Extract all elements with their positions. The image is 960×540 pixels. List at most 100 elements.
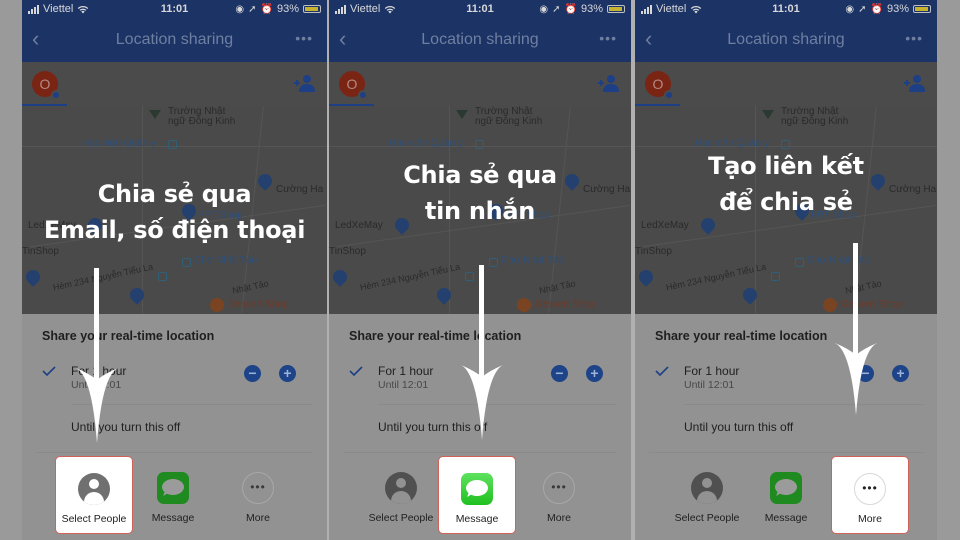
more-button[interactable]: ••• More (831, 456, 909, 534)
decrease-duration-button[interactable]: − (857, 365, 874, 382)
map-label: Chợ Nhật Tảo (194, 255, 258, 266)
duration-option-1-hour[interactable]: For 1 hour Until 12:01 − + (329, 356, 631, 404)
duration-option-indefinite[interactable]: Until you turn this off (684, 420, 793, 434)
decrease-duration-button[interactable]: − (551, 365, 568, 382)
people-row: O (329, 62, 631, 106)
wifi-icon (691, 5, 702, 13)
signal-icon (28, 4, 39, 14)
battery-percent: 93% (886, 3, 909, 15)
message-icon (770, 472, 802, 504)
map-label: Dessert Shop (228, 299, 289, 310)
shop-pin-icon (434, 285, 454, 305)
avatar[interactable]: O (32, 71, 61, 100)
divider (36, 452, 313, 453)
caption-line-1: Tạo liên kết (708, 152, 864, 180)
battery-percent: 93% (276, 3, 299, 15)
caption-line-2: tin nhắn (424, 197, 536, 225)
share-sheet: Share your real-time location For 1 hour… (329, 314, 631, 540)
message-button[interactable]: Message (134, 456, 212, 534)
overflow-menu-icon[interactable]: ••• (905, 30, 923, 46)
overflow-menu-icon[interactable]: ••• (295, 30, 313, 46)
select-people-button[interactable]: Select People (362, 456, 440, 534)
overflow-menu-icon[interactable]: ••• (599, 30, 617, 46)
wifi-icon (385, 5, 396, 13)
add-person-icon[interactable] (903, 74, 925, 92)
person-icon (385, 472, 417, 504)
app-bar: ‹ Location sharing ••• (329, 18, 631, 62)
add-person-icon[interactable] (293, 74, 315, 92)
poi-square-icon (489, 258, 498, 267)
rotation-lock-icon: ◉ (845, 3, 855, 15)
divider (649, 452, 923, 453)
more-icon: ••• (854, 473, 886, 505)
map-label: TinShop (329, 246, 366, 257)
poi-square-icon (168, 140, 177, 149)
divider (71, 404, 313, 405)
caption-line-2: để chia sẻ (719, 188, 853, 216)
avatar-status-dot (664, 90, 674, 100)
divider (378, 404, 617, 405)
app-bar: ‹ Location sharing ••• (22, 18, 327, 62)
share-heading: Share your real-time location (349, 329, 522, 343)
map-label: ngữ Đông Kinh (781, 116, 849, 127)
carrier-name: Viettel (350, 3, 381, 15)
map-label: Nhật Tảo (231, 278, 270, 296)
avatar[interactable]: O (645, 71, 674, 100)
back-chevron-icon[interactable]: ‹ (339, 28, 346, 50)
poi-square-icon (158, 272, 167, 281)
instruction-caption: Chia sẻ qua tin nhắn (329, 157, 631, 229)
person-icon (691, 472, 723, 504)
restaurant-pin-icon (517, 298, 531, 312)
poi-square-icon (465, 272, 474, 281)
share-heading: Share your real-time location (42, 329, 215, 343)
avatar[interactable]: O (339, 71, 368, 100)
back-chevron-icon[interactable]: ‹ (32, 28, 39, 50)
map-label: ngữ Đông Kinh (168, 116, 236, 127)
location-arrow-icon: ➚ (248, 3, 257, 15)
shop-pin-icon (740, 285, 760, 305)
alarm-icon: ⏰ (564, 3, 577, 15)
poi-square-icon (475, 140, 484, 149)
message-button[interactable]: Message (747, 456, 825, 534)
add-person-icon[interactable] (597, 74, 619, 92)
carrier-name: Viettel (43, 3, 74, 15)
shop-pin-icon (636, 267, 656, 287)
battery-icon (913, 5, 931, 13)
carrier-name: Viettel (656, 3, 687, 15)
avatar-initial: O (346, 76, 358, 92)
shop-pin-icon (330, 267, 350, 287)
message-button[interactable]: Message (438, 456, 516, 534)
more-button[interactable]: ••• More (219, 456, 297, 534)
wifi-icon (78, 5, 89, 13)
increase-duration-button[interactable]: + (892, 365, 909, 382)
location-arrow-icon: ➚ (858, 3, 867, 15)
duration-option-1-hour[interactable]: For 1 hour Until 12:01 − + (635, 356, 937, 404)
people-row: O (22, 62, 327, 106)
duration-option-indefinite[interactable]: Until you turn this off (71, 420, 180, 434)
select-people-button[interactable]: Select People (668, 456, 746, 534)
poi-square-icon (182, 258, 191, 267)
avatar-initial: O (39, 76, 51, 92)
avatar-status-dot (358, 90, 368, 100)
option-subtitle: Until 12:01 (378, 379, 429, 391)
signal-icon (641, 4, 652, 14)
person-icon (78, 473, 110, 505)
alarm-icon: ⏰ (870, 3, 883, 15)
map-label: Học viện Quân y (82, 138, 156, 149)
increase-duration-button[interactable]: + (279, 365, 296, 382)
map-label: Chợ Nhật Tảo (501, 255, 565, 266)
share-heading: Share your real-time location (655, 329, 828, 343)
battery-percent: 93% (580, 3, 603, 15)
phone-panel-message: Viettel 11:01 ◉ ➚ ⏰ 93% ‹ Location shari… (329, 0, 631, 540)
share-sheet: Share your real-time location For 1 hour… (22, 314, 327, 540)
restaurant-pin-icon (210, 298, 224, 312)
more-button[interactable]: ••• More (520, 456, 598, 534)
decrease-duration-button[interactable]: − (244, 365, 261, 382)
duration-option-1-hour[interactable]: For 1 hour Until 12:01 − + (22, 356, 327, 404)
increase-duration-button[interactable]: + (586, 365, 603, 382)
back-chevron-icon[interactable]: ‹ (645, 28, 652, 50)
select-people-button[interactable]: Select People (55, 456, 133, 534)
checkmark-icon (349, 366, 363, 376)
status-bar: Viettel 11:01 ◉ ➚ ⏰ 93% (635, 0, 937, 18)
duration-option-indefinite[interactable]: Until you turn this off (378, 420, 487, 434)
